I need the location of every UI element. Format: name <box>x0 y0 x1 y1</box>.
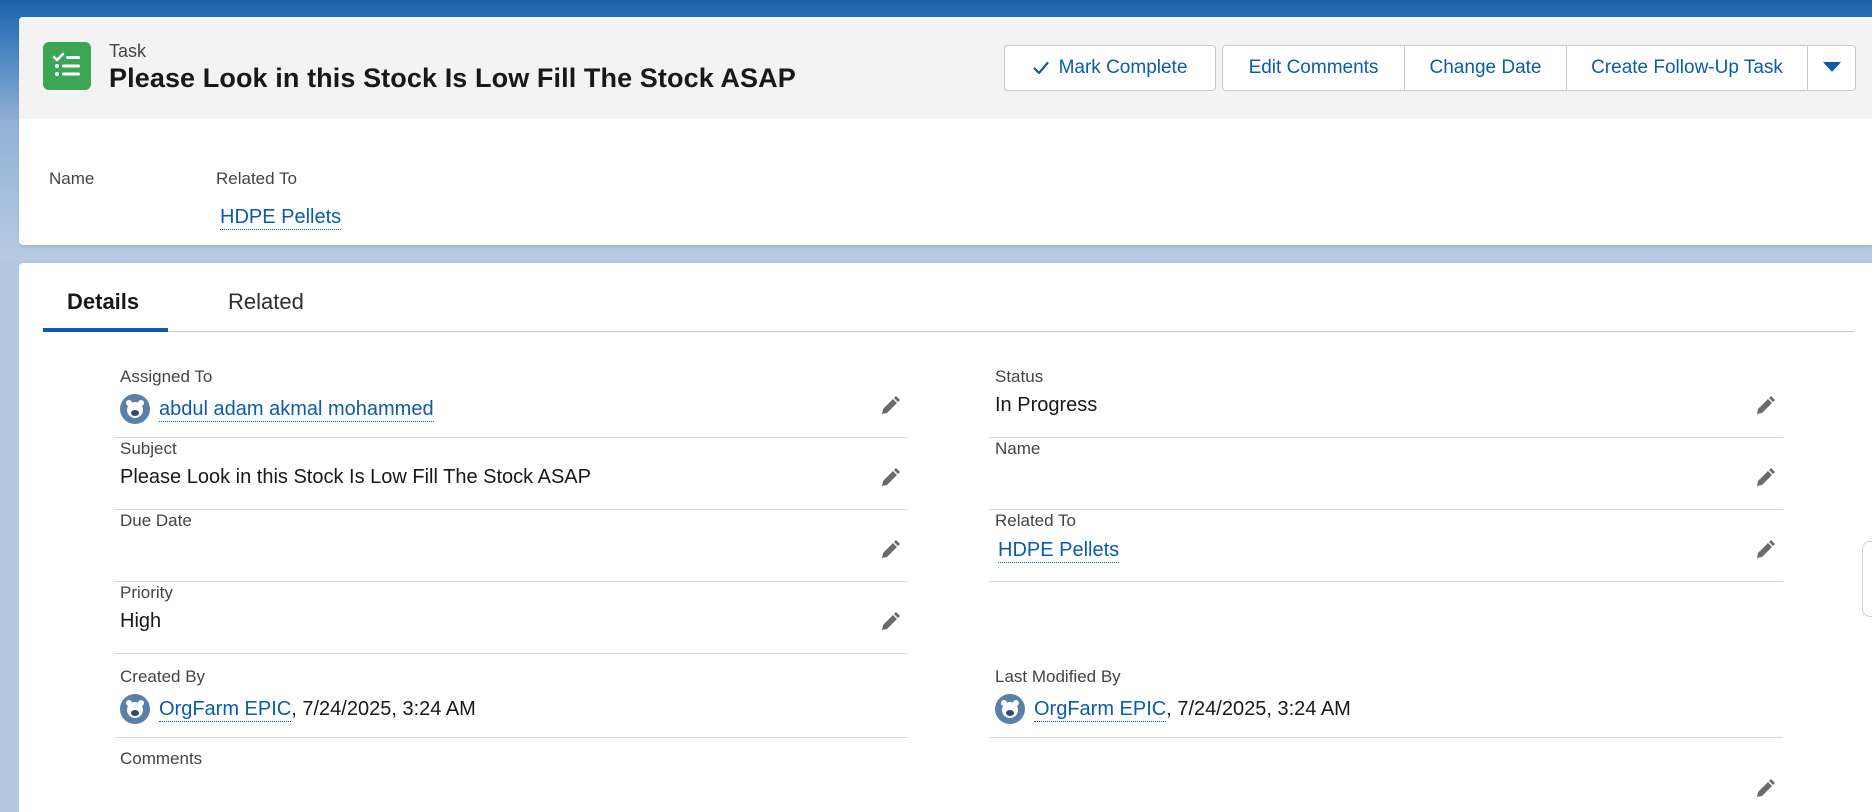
field-label: Assigned To <box>120 367 213 386</box>
task-list-icon <box>43 42 91 90</box>
field-value: HDPE Pellets <box>998 538 1120 563</box>
field-priority: Priority High <box>114 583 908 654</box>
user-avatar-icon <box>120 394 150 424</box>
highlight-name-label: Name <box>49 169 95 188</box>
edit-pencil-icon[interactable] <box>1753 777 1777 801</box>
chevron-down-icon <box>1822 57 1842 79</box>
edit-pencil-icon[interactable] <box>1753 394 1777 418</box>
edit-pencil-icon[interactable] <box>878 466 902 490</box>
field-subject: Subject Please Look in this Stock Is Low… <box>114 439 908 510</box>
user-avatar-icon <box>995 694 1025 724</box>
edit-pencil-icon[interactable] <box>1753 466 1777 490</box>
field-value: High <box>120 610 162 632</box>
field-value: Please Look in this Stock Is Low Fill Th… <box>120 466 591 488</box>
assigned-to-link[interactable]: abdul adam akmal mohammed <box>159 397 434 422</box>
field-label: Name <box>995 439 1041 458</box>
field-label: Status <box>995 367 1044 386</box>
edit-comments-button[interactable]: Edit Comments <box>1222 45 1405 91</box>
highlights-panel: Name Related To HDPE Pellets <box>19 119 1872 245</box>
active-tab-indicator <box>43 328 168 332</box>
create-follow-up-task-button[interactable]: Create Follow-Up Task <box>1567 45 1808 91</box>
header-top: Task Please Look in this Stock Is Low Fi… <box>19 17 1872 119</box>
tab-related[interactable]: Related <box>228 289 304 315</box>
field-name: Name <box>989 439 1783 510</box>
record-title: Please Look in this Stock Is Low Fill Th… <box>109 63 796 93</box>
field-assigned-to: Assigned To abdul adam akmal mohammed <box>114 367 908 438</box>
created-by-user-link[interactable]: OrgFarm EPIC <box>159 697 292 722</box>
edit-pencil-icon[interactable] <box>878 538 902 562</box>
field-label: Due Date <box>120 511 192 530</box>
field-related-to: Related To HDPE Pellets <box>989 511 1783 582</box>
field-label: Last Modified By <box>995 667 1121 686</box>
field-label: Related To <box>995 511 1076 530</box>
field-label: Priority <box>120 583 173 602</box>
details-card: Details Related Assigned To abdul adam a… <box>19 263 1872 812</box>
more-actions-button[interactable] <box>1808 45 1856 91</box>
field-last-modified-by: Last Modified By OrgFarm EPIC , 7/24/202… <box>989 667 1783 738</box>
highlight-related-to-link[interactable]: HDPE Pellets <box>220 205 342 230</box>
highlight-related-to-label: Related To <box>216 169 297 188</box>
field-value: abdul adam akmal mohammed <box>120 394 434 424</box>
tab-bar: Details Related <box>43 263 1854 332</box>
last-modified-date: , 7/24/2025, 3:24 AM <box>1166 697 1351 720</box>
created-by-date: , 7/24/2025, 3:24 AM <box>291 697 476 720</box>
field-label: Comments <box>120 749 203 768</box>
field-value: OrgFarm EPIC , 7/24/2025, 3:24 AM <box>120 694 476 724</box>
edit-pencil-icon[interactable] <box>878 610 902 634</box>
mark-complete-label: Mark Complete <box>1058 57 1188 78</box>
field-status: Status In Progress <box>989 367 1783 438</box>
edit-pencil-icon[interactable] <box>878 394 902 418</box>
field-value: In Progress <box>995 394 1098 416</box>
field-due-date: Due Date <box>114 511 908 582</box>
field-value: OrgFarm EPIC , 7/24/2025, 3:24 AM <box>995 694 1351 724</box>
tab-details[interactable]: Details <box>67 289 139 315</box>
action-bar: Mark Complete Edit Comments Change Date … <box>1004 45 1856 91</box>
user-avatar-icon <box>120 694 150 724</box>
field-label: Subject <box>120 439 177 458</box>
change-date-button[interactable]: Change Date <box>1405 45 1567 91</box>
mark-complete-button[interactable]: Mark Complete <box>1004 45 1216 91</box>
side-panel-handle[interactable] <box>1862 541 1872 617</box>
field-label: Created By <box>120 667 206 686</box>
record-header: Task Please Look in this Stock Is Low Fi… <box>19 17 1872 245</box>
last-modified-by-user-link[interactable]: OrgFarm EPIC <box>1034 697 1167 722</box>
check-icon <box>1032 61 1049 75</box>
edit-pencil-icon[interactable] <box>1753 538 1777 562</box>
related-to-link[interactable]: HDPE Pellets <box>998 538 1120 563</box>
field-created-by: Created By OrgFarm EPIC , 7/24/2025, 3:2… <box>114 667 908 738</box>
object-type-label: Task <box>109 41 147 61</box>
field-comments: Comments <box>114 749 908 812</box>
